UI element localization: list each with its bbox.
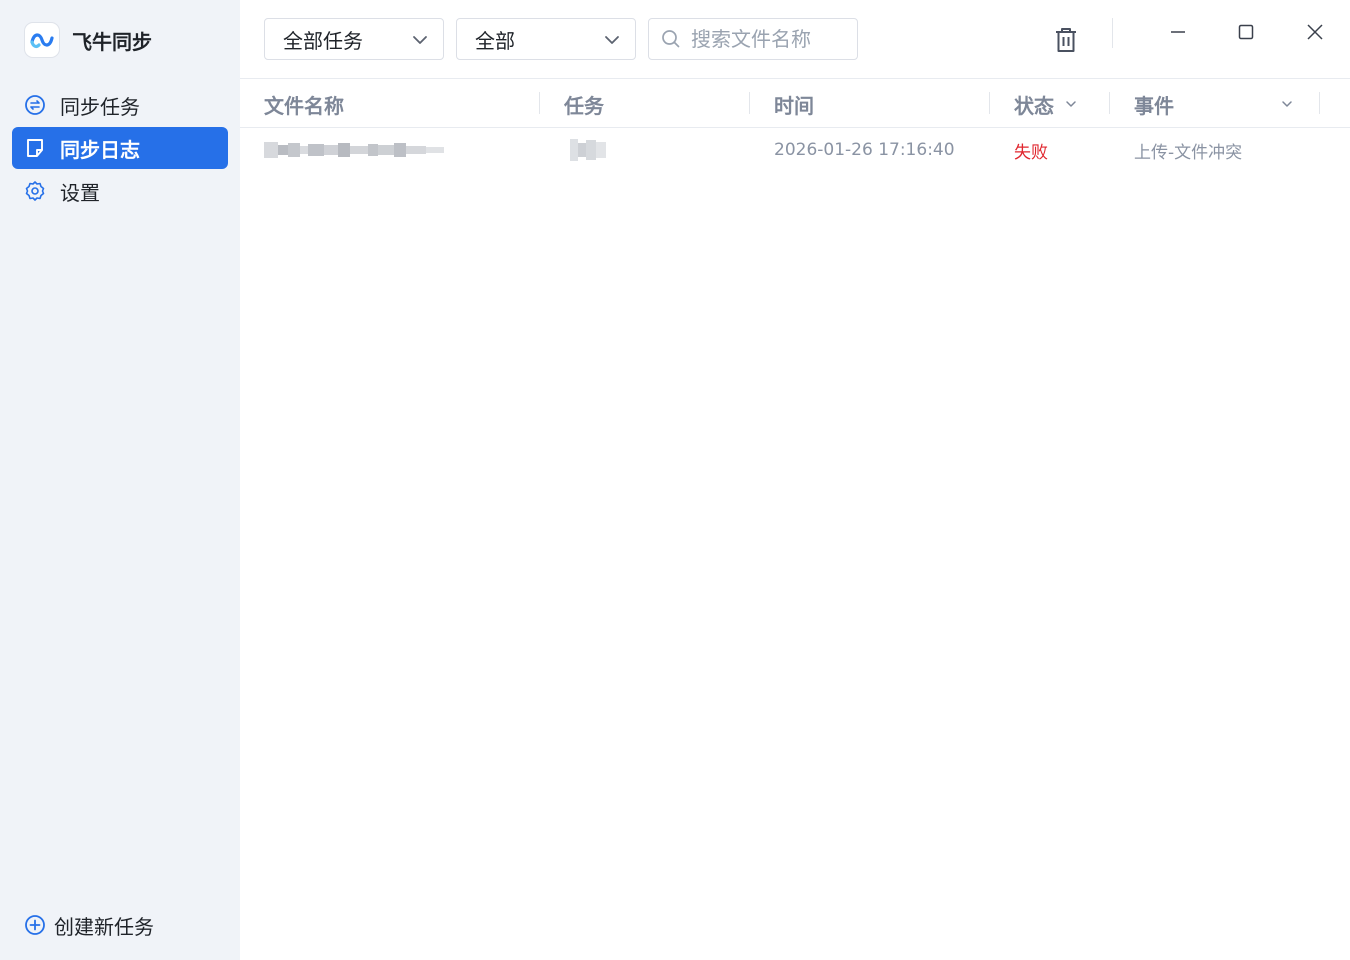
chevron-down-icon [1066,101,1076,107]
task-cell-redacted [570,138,606,162]
filename-cell-redacted [264,138,444,162]
sync-circle-icon [24,94,46,116]
search-box[interactable] [648,18,858,60]
app-brand: 飞牛同步 [24,20,152,60]
create-task-button[interactable]: 创建新任务 [24,906,154,944]
close-button[interactable] [1299,16,1331,48]
task-filter-select[interactable]: 全部任务 [264,18,444,60]
create-task-label: 创建新任务 [54,914,154,939]
toolbar: 全部任务 全部 [240,0,1350,79]
log-note-icon [24,137,46,159]
table-header: 文件名称 任务 时间 状态 事件 [240,80,1350,128]
close-icon [1307,24,1323,40]
table-row[interactable]: 2026-01-26 17:16:40 失败 上传-文件冲突 [240,128,1350,172]
sidebar-nav: 同步任务 同步日志 设置 [12,84,228,213]
minimize-icon [1171,31,1185,33]
sidebar-item-label: 设置 [60,180,100,205]
column-divider [1319,92,1320,114]
event-cell: 上传-文件冲突 [1134,142,1243,163]
column-time: 时间 [774,93,814,118]
search-input[interactable] [691,27,851,51]
maximize-button[interactable] [1230,16,1262,48]
status-filter-value: 全部 [475,28,515,53]
chevron-down-icon [1282,101,1292,107]
sidebar-item-sync-log[interactable]: 同步日志 [12,127,228,169]
column-divider [539,92,540,114]
status-badge: 失败 [1014,142,1048,163]
status-filter-select[interactable]: 全部 [456,18,636,60]
trash-icon [1056,28,1076,52]
sidebar: 飞牛同步 同步任务 同步日志 设置 创建新任务 [0,0,240,960]
column-divider [989,92,990,114]
delete-log-button[interactable] [1048,22,1084,58]
gear-icon [24,180,46,202]
column-task: 任务 [564,93,604,118]
task-filter-value: 全部任务 [283,28,363,53]
plus-circle-icon [24,914,46,936]
sidebar-item-sync-tasks[interactable]: 同步任务 [12,84,228,126]
sidebar-item-settings[interactable]: 设置 [12,170,228,212]
search-icon [662,30,680,48]
column-divider [749,92,750,114]
app-name: 飞牛同步 [72,29,152,54]
app-logo-icon [24,22,60,58]
sidebar-item-label: 同步日志 [60,137,140,162]
column-filename: 文件名称 [264,93,344,118]
chevron-down-icon [413,36,427,44]
chevron-down-icon [605,36,619,44]
column-divider [1109,92,1110,114]
sidebar-item-label: 同步任务 [60,94,140,119]
time-cell: 2026-01-26 17:16:40 [774,140,955,160]
column-status-filter[interactable]: 状态 [1014,90,1078,118]
column-event-filter[interactable]: 事件 [1134,90,1294,118]
toolbar-divider [1112,18,1113,48]
minimize-button[interactable] [1162,16,1194,48]
maximize-icon [1238,24,1254,40]
